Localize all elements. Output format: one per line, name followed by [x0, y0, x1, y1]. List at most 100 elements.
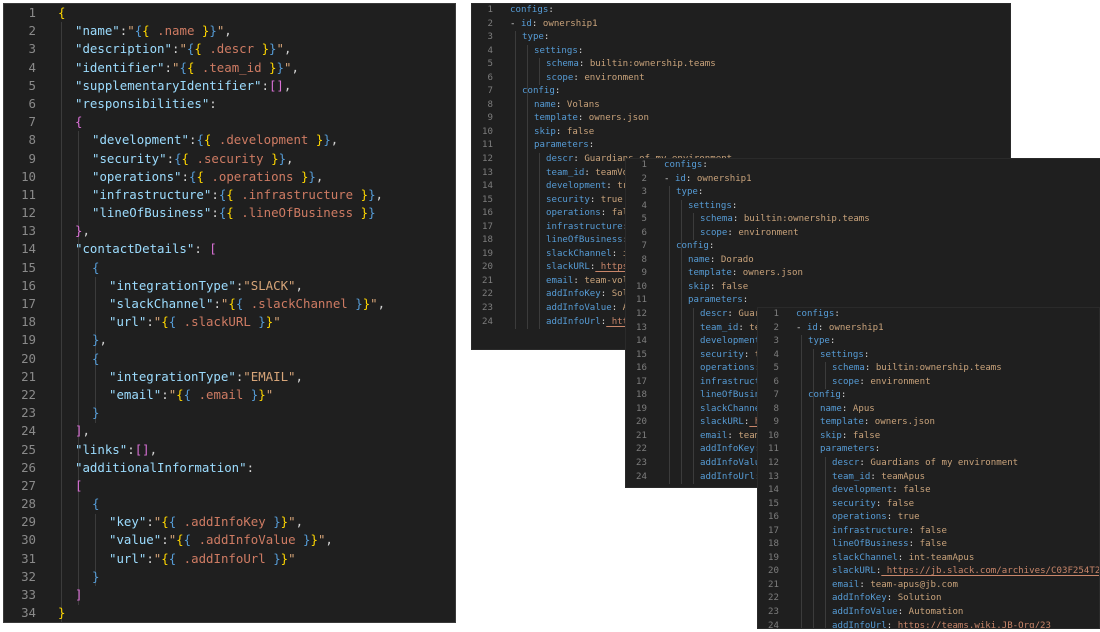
code-line: 12 descr: Guardians of my environment: [758, 457, 1099, 471]
code-line-text: "lineOfBusiness":{{ .lineOfBusiness }}: [92, 205, 376, 221]
line-number: 5: [641, 214, 647, 225]
code-token: :: [146, 550, 154, 566]
line-number: 4: [773, 349, 779, 360]
yaml-value: ownership1: [537, 18, 598, 29]
yaml-key: addInfoKey: [832, 593, 887, 604]
line-number: 9: [641, 268, 647, 279]
json-code-area[interactable]: 1{2 "name":"{{ .name }}", 3 "description":"…: [4, 4, 455, 622]
code-line-text: "name":"{{ .name }}",: [75, 23, 232, 39]
code-token: [: [75, 477, 83, 493]
code-token: :: [211, 186, 219, 202]
code-line: 4 settings:: [626, 200, 1100, 214]
line-number: 8: [487, 99, 493, 110]
line-number: 6: [487, 72, 493, 83]
yaml-key: type: [676, 187, 698, 198]
code-token: :: [211, 205, 219, 221]
line-number: 18: [21, 314, 36, 330]
code-line-text: "infrastructure":{{ .infrastructure }},: [92, 186, 384, 202]
code-line: 10 skip: false: [472, 126, 1010, 140]
code-line-text: }: [46, 604, 455, 622]
yaml-key: id: [674, 173, 686, 184]
code-line-text: "contactDetails": [: [46, 240, 455, 258]
yaml-key: lineOfBusiness: [832, 539, 909, 550]
yaml-config-panel-apus[interactable]: 1 configs: 2 - id: ownership1 3 type: 4 setting…: [757, 307, 1100, 629]
line-number: 24: [482, 316, 493, 327]
code-token: ,: [295, 368, 303, 384]
code-line-text: config:: [500, 85, 1010, 99]
code-line-text: "supplementaryIdentifier":[],: [46, 77, 455, 95]
code-line: 1 configs:: [626, 159, 1100, 173]
line-number: 3: [773, 336, 779, 347]
code-line-text: parameters:: [654, 294, 1100, 308]
code-line-text: schema: builtin:ownership.teams: [654, 213, 1100, 227]
code-line: 33]: [4, 586, 455, 604]
code-token: []: [134, 441, 150, 457]
code-token: "supplementaryIdentifier": [75, 77, 262, 93]
code-line-text: settings:: [786, 349, 1099, 363]
code-token: :: [164, 59, 172, 75]
code-line: 2 - id: ownership1: [472, 18, 1010, 32]
line-number: 6: [28, 95, 36, 111]
yaml-value: Solution: [892, 593, 942, 604]
line-number: 22: [482, 289, 493, 300]
code-token: "lineOfBusiness": [92, 205, 212, 221]
yaml-key: settings: [820, 349, 864, 360]
code-line: 11 parameters:: [472, 139, 1010, 153]
yaml-key: configs: [510, 5, 549, 15]
yaml-key: settings: [688, 200, 732, 211]
yaml-code-area-apus[interactable]: 1 configs: 2 - id: ownership1 3 type: 4 setting…: [758, 308, 1099, 628]
yaml-value: ownership1: [691, 173, 752, 184]
yaml-key: slackURL: [546, 262, 590, 273]
yaml-value: Apus: [847, 403, 875, 414]
code-token: "url": [109, 550, 147, 566]
code-line-text: "url":"{{ .slackURL }}": [109, 314, 281, 330]
code-line: 11 parameters:: [758, 443, 1099, 457]
code-line: 7 config:: [472, 85, 1010, 99]
yaml-value: owners.json: [737, 268, 803, 279]
code-line: 19 slackChannel: int-teamApus: [758, 552, 1099, 566]
line-number: 6: [641, 227, 647, 238]
yaml-key: name: [534, 99, 556, 110]
yaml-key: addInfoKey: [700, 444, 755, 455]
code-line-text: scope: environment: [654, 227, 1100, 241]
yaml-value: false: [847, 430, 881, 441]
code-token: {: [75, 114, 83, 130]
code-line: 21 email: team-apus@jb.com: [758, 579, 1099, 593]
code-line: 4 "identifier":"{{ .team_id }}",: [4, 59, 455, 77]
code-token: "value": [109, 532, 162, 548]
yaml-key: infrastructure: [546, 221, 623, 232]
line-number: 16: [768, 512, 779, 523]
code-line-text: "integrationType":"EMAIL",: [46, 368, 455, 386]
code-line-text: addInfoUrl: https://teams.wiki.JB-Org/23: [786, 620, 1099, 628]
code-line: 8 "development":{{ .development }},: [4, 131, 455, 149]
line-number: 20: [768, 566, 779, 577]
yaml-value-link[interactable]: https://jb.slack.com/archives/C03F254T23…: [881, 566, 1099, 576]
code-line-text: config:: [786, 389, 1099, 403]
code-line: 4 settings:: [758, 349, 1099, 363]
code-line: 17 infrastructure: false: [758, 525, 1099, 539]
line-number: 4: [641, 200, 647, 211]
yaml-key: schema: [832, 363, 865, 374]
yaml-key: email: [832, 579, 860, 590]
line-number: 30: [21, 532, 36, 548]
json-template-editor-panel[interactable]: 1{2 "name":"{{ .name }}", 3 "description":"…: [3, 3, 456, 623]
line-number: 10: [482, 126, 493, 137]
code-token: "integrationType": [109, 368, 236, 384]
code-line: 1 configs:: [758, 308, 1099, 322]
code-line-text: type:: [500, 31, 1010, 45]
code-line: 6 scope: environment: [472, 72, 1010, 86]
line-number: 4: [487, 45, 493, 56]
code-token: }: [92, 568, 100, 584]
code-token: :: [181, 168, 189, 184]
code-line-text: settings:: [500, 45, 1010, 59]
code-token: ,: [224, 23, 232, 39]
line-number: 5: [773, 363, 779, 374]
yaml-value: Dorado: [715, 254, 754, 265]
code-line-text: operations: true: [786, 511, 1099, 525]
yaml-key: infrastructure: [832, 525, 909, 536]
yaml-value-link[interactable]: https://teams.wiki.JB-Org/23: [892, 621, 1051, 628]
line-number: 11: [636, 295, 647, 306]
code-token: ,: [283, 41, 292, 57]
line-number: 15: [21, 259, 36, 275]
code-line-text: configs:: [654, 159, 1100, 173]
